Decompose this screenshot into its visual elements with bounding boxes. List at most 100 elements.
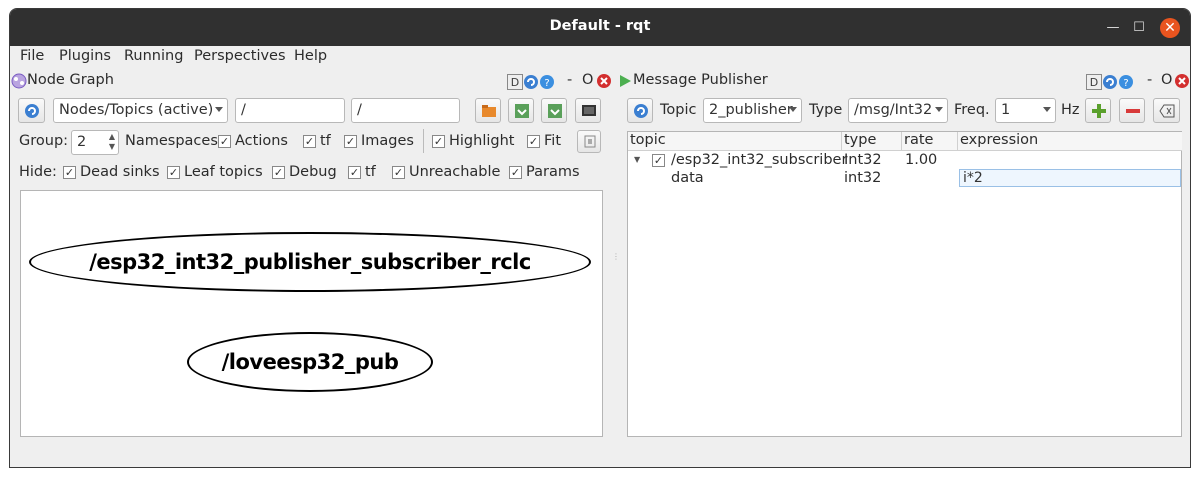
column-header-topic[interactable]: topic: [628, 132, 842, 151]
freq-label: Freq.: [954, 102, 990, 118]
hide-tf-label: tf: [365, 164, 376, 180]
freq-select[interactable]: 1: [995, 98, 1056, 123]
highlight-label: Highlight: [449, 133, 515, 149]
ng-minimize-button[interactable]: -: [567, 72, 572, 88]
menu-running[interactable]: Running: [124, 48, 183, 64]
save-svg-button[interactable]: [541, 98, 567, 123]
ng-float-button[interactable]: O: [582, 72, 593, 88]
row-type: int32: [844, 170, 882, 186]
rqt-window: Default - rqt — ☐ ✕ File Plugins Running…: [9, 8, 1191, 468]
publisher-table: topic type rate expression ▼ ✓ /esp32_in…: [627, 131, 1182, 437]
clear-icon: [1159, 104, 1175, 118]
maximize-button[interactable]: ☐: [1129, 18, 1149, 38]
mp-help-icon[interactable]: ?: [1118, 74, 1134, 90]
topic-filter-input[interactable]: /: [351, 98, 460, 123]
mp-close-icon[interactable]: [1174, 73, 1190, 89]
leaf-topics-checkbox[interactable]: ✓: [167, 166, 180, 179]
chevron-down-icon: [935, 107, 943, 112]
minus-icon: [1126, 109, 1140, 113]
graph-mode-value: Nodes/Topics (active): [59, 102, 214, 118]
title-bar: Default - rqt — ☐ ✕: [10, 9, 1190, 46]
dead-sinks-label: Dead sinks: [80, 164, 160, 180]
ns-filter-input[interactable]: /: [235, 98, 345, 123]
row-rate[interactable]: 1.00: [905, 152, 937, 168]
tf-checkbox[interactable]: ✓: [303, 135, 316, 148]
dead-sinks-checkbox[interactable]: ✓: [63, 166, 76, 179]
menu-help[interactable]: Help: [294, 48, 327, 64]
actions-checkbox[interactable]: ✓: [218, 135, 231, 148]
folder-icon: [482, 105, 496, 117]
publisher-enable-checkbox[interactable]: ✓: [652, 154, 665, 167]
topic-select[interactable]: 2_publisher: [703, 98, 802, 123]
refresh-icon: [634, 104, 648, 118]
hide-tf-checkbox[interactable]: ✓: [348, 166, 361, 179]
tf-label: tf: [320, 133, 331, 149]
chevron-down-icon: [1043, 107, 1051, 112]
splitter-handle[interactable]: ⋮: [612, 253, 620, 274]
unreachable-label: Unreachable: [409, 164, 501, 180]
group-value: 2: [77, 134, 87, 150]
export-icon: [548, 104, 562, 118]
screen-icon: [582, 105, 596, 116]
column-header-expression[interactable]: expression: [958, 132, 1182, 151]
fit-view-button[interactable]: [577, 130, 601, 153]
column-header-rate[interactable]: rate: [902, 132, 958, 151]
mp-minimize-button[interactable]: -: [1147, 72, 1152, 88]
fit-label: Fit: [544, 133, 561, 149]
menu-plugins[interactable]: Plugins: [59, 48, 111, 64]
fit-checkbox[interactable]: ✓: [527, 135, 540, 148]
debug-checkbox[interactable]: ✓: [272, 166, 285, 179]
svg-text:?: ?: [544, 78, 549, 89]
images-label: Images: [361, 133, 414, 149]
message-publisher-title: Message Publisher: [633, 72, 768, 88]
group-label: Group:: [19, 133, 69, 149]
close-window-button[interactable]: ✕: [1160, 18, 1180, 38]
play-icon: [620, 75, 631, 87]
node-graph-title: Node Graph: [27, 72, 114, 88]
minimize-button[interactable]: —: [1103, 18, 1123, 38]
graph-mode-select[interactable]: Nodes/Topics (active): [53, 98, 228, 123]
hz-label: Hz: [1061, 102, 1080, 118]
ng-close-icon[interactable]: [596, 73, 612, 89]
group-spinbox[interactable]: 2 ▲ ▼: [71, 130, 119, 155]
actions-label: Actions: [235, 133, 288, 149]
ng-help-icon[interactable]: ?: [539, 74, 555, 90]
table-row[interactable]: ▼ ✓ /esp32_int32_subscriber Int32 1.00: [628, 152, 1181, 170]
namespaces-label: Namespaces: [125, 133, 218, 149]
ng-reload-icon[interactable]: [523, 74, 539, 90]
type-select[interactable]: /msg/Int32: [848, 98, 948, 123]
row-topic: /esp32_int32_subscriber: [671, 152, 848, 168]
divider: [423, 129, 424, 153]
column-header-type[interactable]: type: [842, 132, 902, 151]
mp-refresh-button[interactable]: [627, 98, 653, 123]
graph-canvas[interactable]: /esp32_int32_publisher_subscriber_rclc /…: [20, 190, 603, 437]
params-label: Params: [526, 164, 580, 180]
hide-label: Hide:: [19, 164, 57, 180]
highlight-checkbox[interactable]: ✓: [432, 135, 445, 148]
params-checkbox[interactable]: ✓: [509, 166, 522, 179]
save-dot-button[interactable]: [508, 98, 534, 123]
add-publisher-button[interactable]: [1085, 98, 1111, 123]
graph-node[interactable]: /esp32_int32_publisher_subscriber_rclc: [29, 232, 591, 292]
type-label: Type: [809, 102, 843, 118]
remove-publisher-button[interactable]: [1119, 98, 1145, 123]
node-graph-icon: [11, 73, 27, 89]
graph-node[interactable]: /loveesp32_pub: [187, 332, 433, 392]
ng-refresh-button[interactable]: [18, 98, 45, 123]
debug-label: Debug: [289, 164, 337, 180]
mp-float-button[interactable]: O: [1161, 72, 1172, 88]
mp-reload-icon[interactable]: [1102, 74, 1118, 90]
menu-perspectives[interactable]: Perspectives: [194, 48, 286, 64]
expression-input[interactable]: i*2: [959, 169, 1181, 187]
mp-help-d-button[interactable]: D: [1086, 74, 1102, 90]
load-dot-button[interactable]: [475, 98, 501, 123]
images-checkbox[interactable]: ✓: [344, 135, 357, 148]
ng-help-d-button[interactable]: D: [507, 74, 523, 90]
expand-arrow-icon[interactable]: ▼: [634, 155, 640, 164]
save-image-button[interactable]: [575, 98, 601, 123]
menu-file[interactable]: File: [20, 48, 44, 64]
svg-text:?: ?: [1123, 78, 1128, 89]
clear-button[interactable]: [1153, 98, 1180, 123]
unreachable-checkbox[interactable]: ✓: [392, 166, 405, 179]
topic-value: 2_publisher: [709, 102, 793, 118]
